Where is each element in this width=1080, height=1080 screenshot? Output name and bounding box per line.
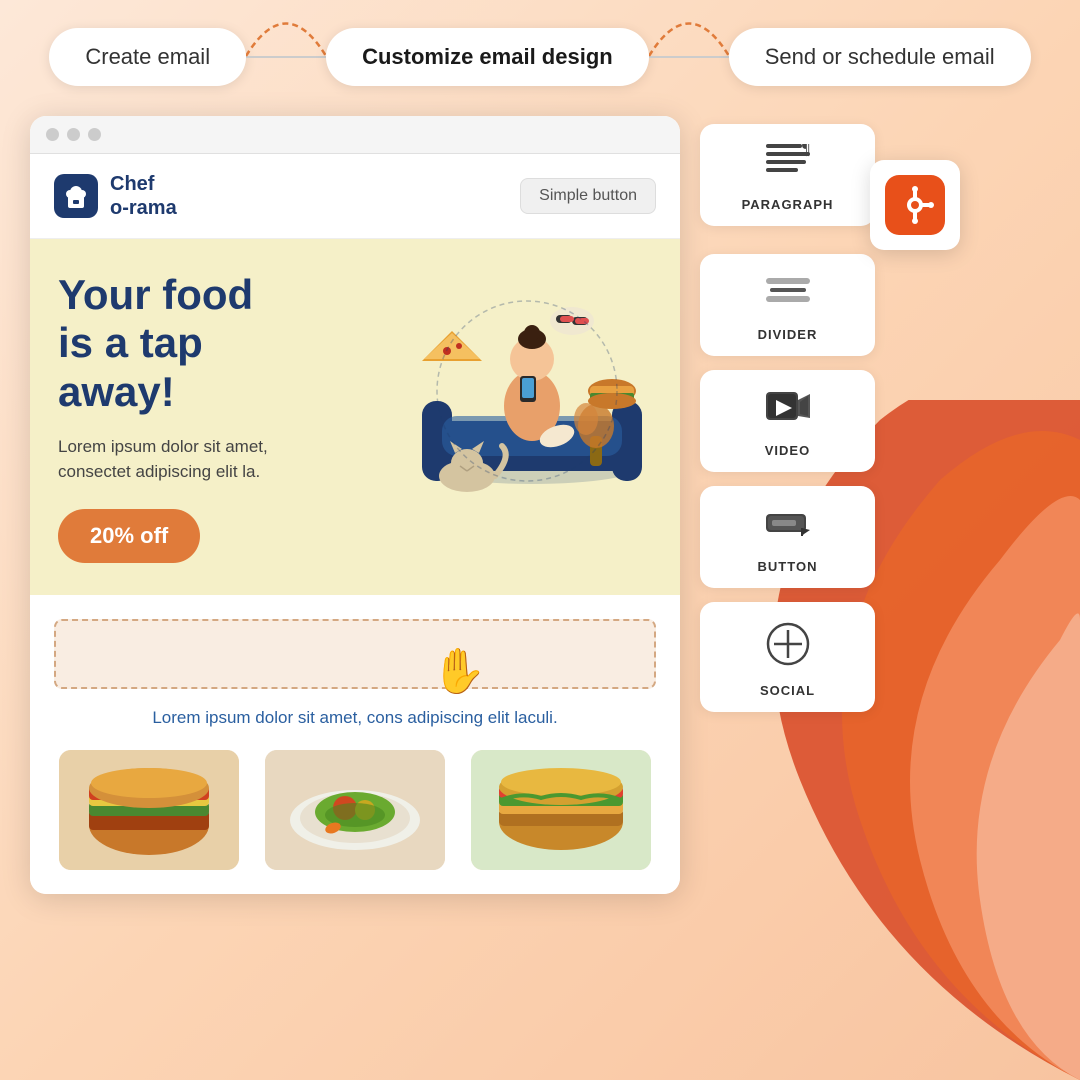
social-label: SOCIAL	[760, 683, 815, 698]
drag-cursor: ✋	[432, 645, 487, 697]
svg-text:¶: ¶	[802, 144, 810, 158]
main-content: Chef o-rama Simple button Your food is a…	[0, 106, 1080, 914]
brand-logo: Chef o-rama	[54, 172, 177, 220]
email-body: ✋ Lorem ipsum dolor sit amet, cons adipi…	[30, 595, 680, 895]
tool-social[interactable]: SOCIAL	[700, 602, 875, 712]
workflow-step-send[interactable]: Send or schedule email	[729, 28, 1031, 86]
email-body-text: Lorem ipsum dolor sit amet, cons adipisc…	[54, 705, 656, 731]
browser-dot-2	[67, 128, 80, 141]
food-item-1	[59, 750, 239, 870]
tool-paragraph[interactable]: ¶ PARAGRAPH	[700, 124, 875, 226]
browser-dot-1	[46, 128, 59, 141]
sidebar-tools: ¶ PARAGRAPH	[700, 124, 875, 894]
divider-icon	[766, 274, 810, 317]
paragraph-label: PARAGRAPH	[742, 197, 834, 212]
brand-name: Chef o-rama	[110, 172, 177, 220]
hero-illustration	[372, 271, 652, 511]
email-header: Chef o-rama Simple button	[30, 154, 680, 239]
workflow-bar: Create email Customize email design Send…	[0, 0, 1080, 106]
logo-icon	[54, 174, 98, 218]
button-label: BUTTON	[758, 559, 818, 574]
browser-chrome	[30, 116, 680, 154]
tool-button[interactable]: BUTTON	[700, 486, 875, 588]
food-item-3	[471, 750, 651, 870]
button-icon	[766, 506, 810, 549]
hero-title: Your food is a tap away!	[58, 271, 318, 416]
connector-1	[246, 56, 326, 58]
email-preview-window: Chef o-rama Simple button Your food is a…	[30, 116, 680, 894]
workflow-step-create[interactable]: Create email	[49, 28, 246, 86]
paragraph-icon: ¶	[766, 144, 810, 187]
food-items-row	[54, 750, 656, 870]
simple-button-badge: Simple button	[520, 178, 656, 214]
hubspot-badge	[870, 160, 960, 250]
hero-text: Your food is a tap away! Lorem ipsum dol…	[58, 271, 318, 563]
video-label: VIDEO	[765, 443, 810, 458]
social-icon	[766, 622, 810, 673]
browser-dot-3	[88, 128, 101, 141]
hubspot-logo	[885, 175, 945, 235]
connector-2	[649, 56, 729, 58]
video-icon	[766, 390, 810, 433]
food-item-2	[265, 750, 445, 870]
drop-zone[interactable]: ✋	[54, 619, 656, 689]
divider-label: DIVIDER	[758, 327, 818, 342]
email-hero: Your food is a tap away! Lorem ipsum dol…	[30, 239, 680, 595]
tool-divider[interactable]: DIVIDER	[700, 254, 875, 356]
hero-description: Lorem ipsum dolor sit amet, consectet ad…	[58, 434, 318, 485]
hero-cta-button[interactable]: 20% off	[58, 509, 200, 563]
tool-video[interactable]: VIDEO	[700, 370, 875, 472]
workflow-step-customize[interactable]: Customize email design	[326, 28, 649, 86]
